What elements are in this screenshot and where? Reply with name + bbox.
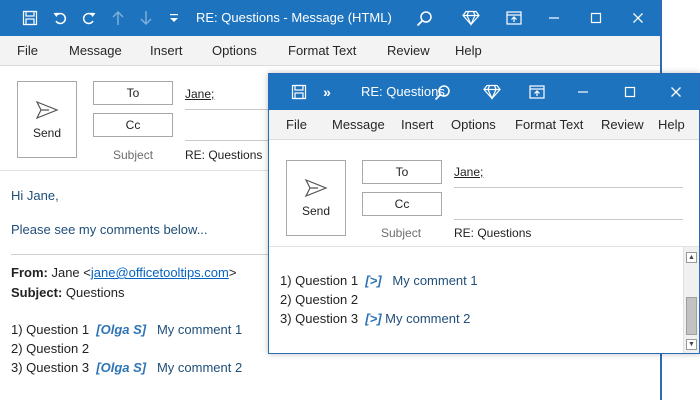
menu-review[interactable]: Review bbox=[387, 36, 430, 66]
close-icon[interactable] bbox=[624, 0, 652, 36]
close-icon[interactable] bbox=[662, 74, 690, 110]
question-3: 3) Question 3 bbox=[11, 360, 90, 375]
minimize-icon[interactable] bbox=[569, 74, 597, 110]
question-1-line: 1) Question 1 [>] My comment 1 bbox=[280, 273, 478, 288]
from-email-link[interactable]: jane@officetooltips.com bbox=[91, 265, 229, 280]
send-label: Send bbox=[32, 125, 62, 140]
question-2: 2) Question 2 bbox=[280, 292, 359, 307]
greeting-text: Hi Jane, bbox=[11, 188, 59, 203]
customize-toolbar-icon[interactable] bbox=[166, 0, 182, 36]
scroll-down-arrow-icon[interactable]: ▼ bbox=[686, 339, 697, 350]
to-button[interactable]: To bbox=[362, 160, 442, 184]
comment-tag-1: [Olga S] bbox=[96, 322, 147, 337]
ribbon-display-options-icon[interactable] bbox=[525, 74, 549, 110]
premium-diamond-icon[interactable] bbox=[459, 0, 483, 36]
menu-insert[interactable]: Insert bbox=[150, 36, 183, 66]
question-3-line: 3) Question 3 [>] My comment 2 bbox=[280, 311, 470, 326]
subject-field-value[interactable]: RE: Questions bbox=[185, 148, 262, 162]
menu-format-text[interactable]: Format Text bbox=[288, 36, 356, 66]
scroll-thumb[interactable] bbox=[686, 297, 697, 335]
menu-options[interactable]: Options bbox=[212, 36, 257, 66]
send-icon bbox=[304, 178, 328, 198]
maximize-icon[interactable] bbox=[582, 0, 610, 36]
comment-1: My comment 1 bbox=[156, 322, 243, 337]
cc-button[interactable]: Cc bbox=[93, 113, 173, 137]
search-icon[interactable] bbox=[412, 0, 436, 36]
maximize-icon[interactable] bbox=[616, 74, 644, 110]
menu-message[interactable]: Message bbox=[69, 36, 122, 66]
question-1: 1) Question 1 bbox=[11, 322, 90, 337]
premium-diamond-icon[interactable] bbox=[480, 74, 504, 110]
menu-help[interactable]: Help bbox=[658, 110, 685, 140]
subject-label: Subject bbox=[113, 148, 154, 162]
save-icon[interactable] bbox=[20, 0, 40, 36]
next-item-icon[interactable] bbox=[136, 0, 156, 36]
intro-text: Please see my comments below... bbox=[11, 222, 208, 237]
menu-message[interactable]: Message bbox=[332, 110, 385, 140]
to-field-line bbox=[454, 187, 683, 188]
subject-field-value[interactable]: RE: Questions bbox=[454, 226, 531, 240]
menu-format-text[interactable]: Format Text bbox=[515, 110, 583, 140]
menu-options[interactable]: Options bbox=[451, 110, 496, 140]
question-1: 1) Question 1 bbox=[280, 273, 359, 288]
question-2: 2) Question 2 bbox=[11, 341, 90, 356]
quote-divider bbox=[11, 254, 268, 255]
cc-button[interactable]: Cc bbox=[362, 192, 442, 216]
minimize-icon[interactable] bbox=[540, 0, 568, 36]
front-title-bar: » RE: Questions bbox=[269, 74, 699, 110]
from-close: > bbox=[228, 265, 237, 280]
header-divider bbox=[269, 246, 699, 247]
more-commands-icon[interactable]: » bbox=[319, 74, 335, 110]
from-label: From: bbox=[11, 265, 48, 280]
comment-tag-3: [>] bbox=[365, 311, 382, 326]
quoted-subject-label: Subject: bbox=[11, 285, 63, 300]
question-1-line: 1) Question 1 [Olga S] My comment 1 bbox=[11, 322, 242, 337]
quoted-subject-value: Questions bbox=[65, 285, 125, 300]
front-message-window: » RE: Questions File Message Insert Opti… bbox=[268, 73, 700, 354]
back-menu-bar: File Message Insert Options Format Text … bbox=[0, 36, 660, 66]
ribbon-display-options-icon[interactable] bbox=[502, 0, 526, 36]
cc-field-line bbox=[454, 219, 683, 220]
search-icon[interactable] bbox=[430, 74, 454, 110]
back-title-bar: RE: Questions - Message (HTML) bbox=[0, 0, 660, 36]
to-button[interactable]: To bbox=[93, 81, 173, 105]
to-field-value[interactable]: Jane; bbox=[454, 165, 483, 179]
question-3: 3) Question 3 bbox=[280, 311, 359, 326]
subject-label: Subject bbox=[381, 226, 422, 240]
save-icon[interactable] bbox=[289, 74, 309, 110]
menu-insert[interactable]: Insert bbox=[401, 110, 434, 140]
subject-line: Subject: Questions bbox=[11, 285, 124, 300]
comment-3: My comment 2 bbox=[156, 360, 243, 375]
cc-field-line bbox=[185, 140, 271, 141]
from-line: From: Jane <jane@officetooltips.com> bbox=[11, 265, 236, 280]
menu-help[interactable]: Help bbox=[455, 36, 482, 66]
redo-icon[interactable] bbox=[79, 0, 99, 36]
from-name: Jane < bbox=[51, 265, 91, 280]
send-button[interactable]: Send bbox=[17, 81, 77, 158]
header-divider bbox=[0, 170, 268, 171]
menu-file[interactable]: File bbox=[17, 36, 38, 66]
comment-tag-1: [>] bbox=[365, 273, 382, 288]
question-3-line: 3) Question 3 [Olga S] My comment 2 bbox=[11, 360, 242, 375]
comment-1: My comment 1 bbox=[392, 273, 478, 288]
vertical-scrollbar[interactable]: ▲ ▼ bbox=[683, 247, 699, 353]
previous-item-icon[interactable] bbox=[108, 0, 128, 36]
send-label: Send bbox=[301, 204, 331, 218]
comment-tag-3: [Olga S] bbox=[96, 360, 147, 375]
send-icon bbox=[35, 100, 59, 119]
menu-review[interactable]: Review bbox=[601, 110, 644, 140]
comment-3: My comment 2 bbox=[385, 311, 471, 326]
menu-file[interactable]: File bbox=[286, 110, 307, 140]
to-field-value[interactable]: Jane; bbox=[185, 87, 214, 101]
send-button[interactable]: Send bbox=[286, 160, 346, 236]
front-menu-bar: File Message Insert Options Format Text … bbox=[269, 110, 699, 140]
window-title: RE: Questions - Message (HTML) bbox=[196, 10, 392, 25]
undo-icon[interactable] bbox=[50, 0, 70, 36]
to-field-line bbox=[185, 109, 271, 110]
scroll-up-arrow-icon[interactable]: ▲ bbox=[686, 252, 697, 263]
